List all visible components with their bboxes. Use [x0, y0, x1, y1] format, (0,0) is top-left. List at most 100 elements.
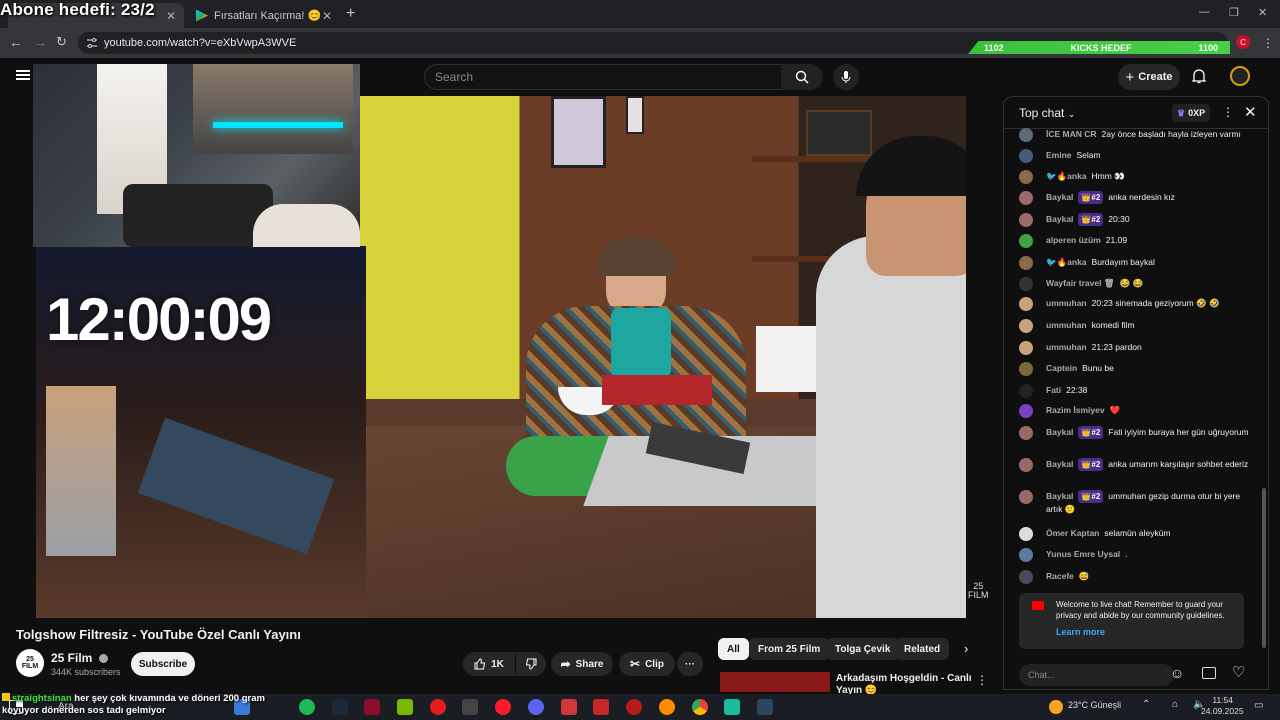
close-chat-icon[interactable]: ✕ — [1244, 103, 1257, 121]
chat-avatar[interactable] — [1019, 384, 1033, 398]
close-window-icon[interactable]: ✕ — [1258, 6, 1267, 19]
chat-avatar[interactable] — [1019, 570, 1033, 584]
chat-avatar[interactable] — [1019, 256, 1033, 270]
recommended-menu-icon[interactable]: ⋮ — [976, 673, 988, 687]
chat-avatar[interactable] — [1019, 362, 1033, 376]
chat-author[interactable]: Captein — [1046, 363, 1077, 373]
chat-avatar[interactable] — [1019, 404, 1033, 418]
search-input[interactable]: Search — [424, 64, 782, 90]
chat-avatar[interactable] — [1019, 458, 1033, 472]
chat-author[interactable]: ummuhan — [1046, 298, 1087, 308]
chat-author[interactable]: ummuhan — [1046, 320, 1087, 330]
learn-more-link[interactable]: Learn more — [1056, 627, 1105, 638]
soundcloud-icon[interactable] — [659, 699, 675, 715]
heart-icon[interactable]: ♡ — [1232, 663, 1245, 681]
network-icon[interactable]: ⌂ — [1172, 699, 1178, 710]
chat-author[interactable]: ummuhan — [1046, 342, 1087, 352]
discord-icon[interactable] — [528, 699, 544, 715]
chat-author[interactable]: 🐦🔥anka — [1046, 171, 1087, 181]
active-app-icon[interactable] — [724, 699, 740, 715]
chat-author[interactable]: Wayfair travel 🗑 — [1046, 278, 1115, 288]
chat-author[interactable]: Baykal — [1046, 192, 1073, 202]
chat-avatar[interactable] — [1019, 490, 1033, 504]
chat-author[interactable]: Razim İsmiyev — [1046, 405, 1105, 415]
chrome-icon[interactable] — [692, 699, 708, 715]
chat-avatar[interactable] — [1019, 277, 1033, 291]
riot-icon[interactable] — [561, 699, 577, 715]
chat-avatar[interactable] — [1019, 213, 1033, 227]
valorant-icon[interactable] — [364, 699, 380, 715]
chat-avatar[interactable] — [1019, 234, 1033, 248]
super-chat-icon[interactable] — [1202, 667, 1216, 679]
subscribe-button[interactable]: Subscribe — [131, 652, 195, 676]
chat-input[interactable]: Chat... — [1019, 664, 1174, 686]
chat-menu-icon[interactable]: ⋮ — [1222, 105, 1234, 119]
steam-icon[interactable] — [332, 699, 348, 715]
chat-author[interactable]: İCE MAN CR — [1046, 129, 1097, 139]
chat-avatar[interactable] — [1019, 527, 1033, 541]
chat-author[interactable]: Baykal — [1046, 459, 1073, 469]
chat-author[interactable]: Racefe — [1046, 571, 1074, 581]
like-button[interactable]: 1K — [463, 652, 515, 676]
voice-search-button[interactable] — [833, 64, 859, 90]
channel-avatar[interactable]: 25 FILM — [16, 649, 44, 677]
more-actions-button[interactable]: ··· — [677, 652, 703, 676]
emoji-icon[interactable]: ☺ — [1170, 665, 1184, 681]
chip-related[interactable]: Related — [895, 638, 950, 660]
chat-author[interactable]: Emine — [1046, 150, 1072, 160]
chat-avatar[interactable] — [1019, 319, 1033, 333]
chat-avatar[interactable] — [1019, 548, 1033, 562]
chip-from-channel[interactable]: From 25 Film — [749, 638, 830, 660]
dislike-button[interactable] — [516, 652, 546, 676]
tab-firsatlar[interactable]: Fırsatları Kaçırma! 😊 ✕ — [186, 3, 340, 28]
reload-icon[interactable]: ↻ — [56, 34, 67, 50]
recommended-thumbnail[interactable] — [720, 672, 830, 692]
account-avatar[interactable] — [1230, 66, 1250, 86]
opera-icon[interactable] — [495, 699, 511, 715]
chat-avatar[interactable] — [1019, 191, 1033, 205]
voice-app-icon[interactable] — [593, 699, 609, 715]
notifications-bell-icon[interactable] — [1192, 68, 1206, 84]
maximize-icon[interactable]: ❐ — [1229, 6, 1239, 19]
chat-author[interactable]: 🐦🔥anka — [1046, 257, 1087, 267]
create-button[interactable]: + Create — [1118, 64, 1180, 90]
chat-avatar[interactable] — [1019, 128, 1033, 142]
back-icon[interactable]: ← — [9, 34, 23, 50]
chat-mode-dropdown[interactable]: Top chat ⌄ — [1019, 106, 1075, 120]
game-app-icon[interactable] — [626, 699, 642, 715]
steam-client-icon[interactable] — [757, 699, 773, 715]
browser-profile-avatar[interactable]: C — [1236, 35, 1250, 49]
close-tab-icon[interactable]: ✕ — [322, 9, 332, 23]
chat-avatar[interactable] — [1019, 297, 1033, 311]
clock[interactable]: 11:54 — [1203, 695, 1233, 706]
minimize-icon[interactable]: — — [1199, 6, 1210, 18]
clip-button[interactable]: ✂ Clip — [619, 652, 675, 676]
chat-author[interactable]: alperen üzüm — [1046, 235, 1101, 245]
app-icon[interactable] — [462, 699, 478, 715]
search-button[interactable] — [781, 64, 823, 90]
chat-avatar[interactable] — [1019, 426, 1033, 440]
chat-author[interactable]: Yunus Emre Uysal — [1046, 549, 1120, 559]
chat-author[interactable]: Fati — [1046, 385, 1061, 395]
menu-icon[interactable] — [16, 70, 30, 80]
forward-icon[interactable]: → — [33, 34, 47, 50]
close-tab-icon[interactable]: ✕ — [166, 9, 176, 23]
weather-text[interactable]: 23°C Güneşli — [1068, 700, 1121, 710]
chevron-right-icon[interactable]: › — [964, 641, 968, 656]
chat-avatar[interactable] — [1019, 341, 1033, 355]
site-info-icon[interactable] — [86, 37, 98, 49]
chat-author[interactable]: Baykal — [1046, 427, 1073, 437]
nvidia-icon[interactable] — [397, 699, 413, 715]
opera-gx-icon[interactable] — [430, 699, 446, 715]
share-button[interactable]: ➦ Share — [551, 652, 613, 676]
chat-scrollbar[interactable] — [1262, 488, 1266, 648]
chip-all[interactable]: All — [718, 638, 749, 660]
chat-author[interactable]: Baykal — [1046, 491, 1073, 501]
chip-tolga-cevik[interactable]: Tolga Çevik — [826, 638, 900, 660]
channel-name[interactable]: 25 Film — [51, 651, 108, 665]
chat-author[interactable]: Baykal — [1046, 214, 1073, 224]
chat-avatar[interactable] — [1019, 149, 1033, 163]
browser-menu-icon[interactable]: ⋮ — [1262, 36, 1274, 50]
tray-chevron-icon[interactable]: ⌃ — [1142, 699, 1150, 710]
chat-avatar[interactable] — [1019, 170, 1033, 184]
